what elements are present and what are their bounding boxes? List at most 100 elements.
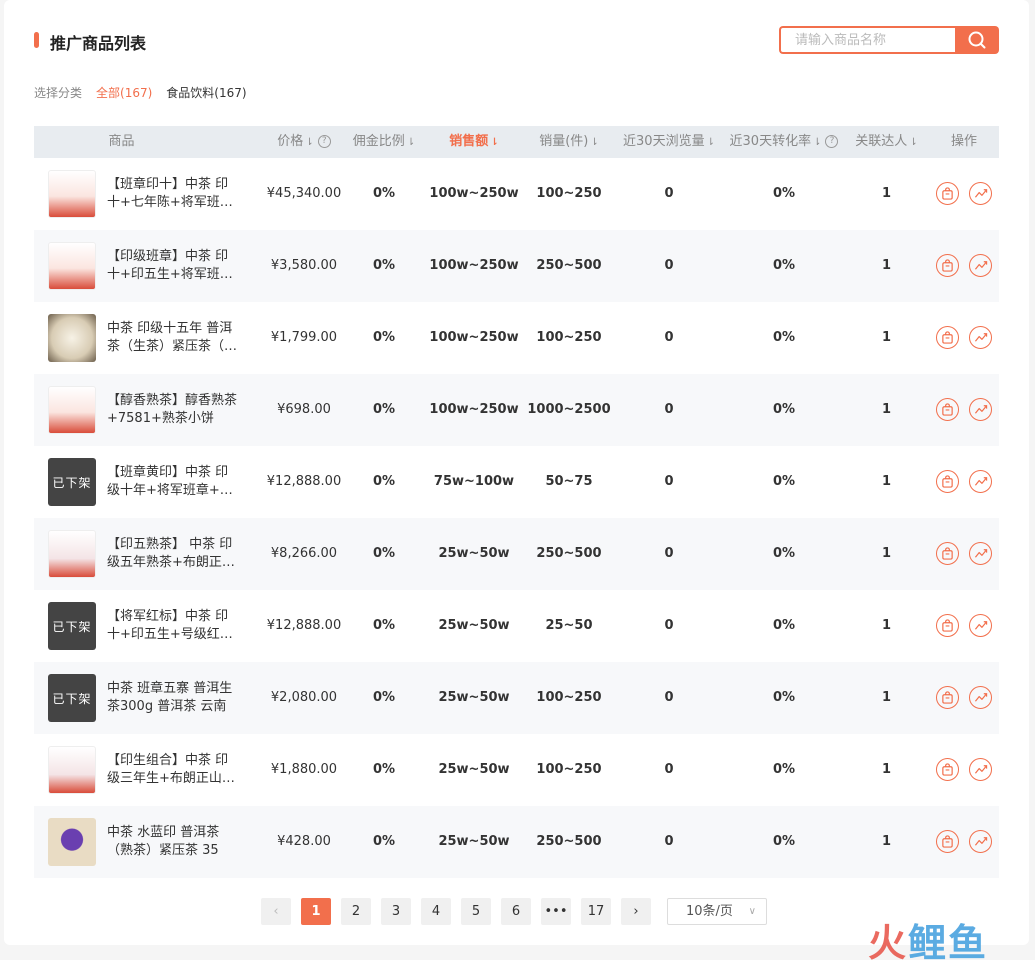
trend-chart-icon bbox=[974, 333, 987, 342]
trend-chart-icon bbox=[974, 261, 987, 270]
view-trend-button[interactable] bbox=[969, 326, 992, 349]
sales-cell: 25w~50w bbox=[438, 762, 510, 777]
commission-cell: 0% bbox=[372, 258, 396, 273]
col-header-commission[interactable]: 佣金比例 ⇂ bbox=[339, 126, 429, 158]
col-header-views[interactable]: 近30天浏览量 ⇂ bbox=[619, 126, 719, 158]
promote-product-button[interactable] bbox=[936, 614, 959, 637]
views-cell: 0 bbox=[664, 474, 674, 489]
product-thumbnail[interactable] bbox=[48, 314, 96, 362]
promote-product-button[interactable] bbox=[936, 326, 959, 349]
col-header-conversion[interactable]: 近30天转化率 ⇂? bbox=[724, 126, 844, 158]
view-trend-button[interactable] bbox=[969, 254, 992, 277]
product-thumbnail[interactable]: 已下架 bbox=[48, 458, 96, 506]
page-button[interactable]: 17 bbox=[581, 898, 611, 925]
promote-product-button[interactable] bbox=[936, 758, 959, 781]
view-trend-button[interactable] bbox=[969, 686, 992, 709]
product-thumbnail[interactable] bbox=[48, 242, 96, 290]
product-thumbnail[interactable]: 已下架 bbox=[48, 602, 96, 650]
product-name[interactable]: 【将军红标】中茶 印十+印五生+号级红… bbox=[107, 608, 239, 644]
table-row: 【印级班章】中茶 印十+印五生+将军班… ¥3,580.00 0% 100w~250w… bbox=[34, 230, 999, 302]
product-name[interactable]: 【印五熟茶】 中茶 印级五年熟茶+布朗正… bbox=[107, 536, 239, 572]
help-icon[interactable]: ? bbox=[317, 135, 331, 148]
influencers-cell: 1 bbox=[881, 330, 892, 345]
sales-cell: 25w~50w bbox=[438, 546, 510, 561]
promote-product-button[interactable] bbox=[936, 542, 959, 565]
page-button[interactable]: 4 bbox=[421, 898, 451, 925]
promote-product-button[interactable] bbox=[936, 686, 959, 709]
table-row: 已下架中茶 班章五寨 普洱生茶300g 普洱茶 云南 …¥2,080.000%2… bbox=[34, 662, 999, 734]
promote-product-button[interactable] bbox=[936, 182, 959, 205]
view-trend-button[interactable] bbox=[969, 470, 992, 493]
conversion-cell: 0% bbox=[772, 330, 796, 345]
volume-cell: 100~250 bbox=[536, 690, 602, 705]
product-name[interactable]: 中茶 印级十五年 普洱茶（生茶）紧压茶（… bbox=[107, 320, 239, 356]
search-input[interactable] bbox=[779, 26, 957, 54]
influencers-cell: 1 bbox=[881, 618, 892, 633]
product-name[interactable]: 【班章印十】中茶 印十+七年陈+将军班… bbox=[107, 176, 239, 212]
table-row: 已下架 【班章黄印】中茶 印级十年+将军班章+… ¥12,888.00 0% 75w~1… bbox=[34, 446, 999, 518]
promote-product-button[interactable] bbox=[936, 470, 959, 493]
page-ellipsis[interactable]: ••• bbox=[541, 898, 571, 925]
volume-cell: 50~75 bbox=[545, 474, 593, 489]
view-trend-button[interactable] bbox=[969, 398, 992, 421]
view-trend-button[interactable] bbox=[969, 830, 992, 853]
promote-product-button[interactable] bbox=[936, 830, 959, 853]
page-button[interactable]: 6 bbox=[501, 898, 531, 925]
volume-cell: 250~500 bbox=[536, 834, 602, 849]
category-option-all[interactable]: 全部(167) bbox=[96, 84, 152, 101]
help-icon[interactable]: ? bbox=[825, 135, 839, 148]
view-trend-button[interactable] bbox=[969, 614, 992, 637]
category-option-food[interactable]: 食品饮料(167) bbox=[166, 84, 246, 101]
sales-cell: 25w~50w bbox=[438, 834, 510, 849]
next-page-button[interactable]: › bbox=[621, 898, 651, 925]
influencers-cell: 1 bbox=[881, 762, 892, 777]
page-button[interactable]: 2 bbox=[341, 898, 371, 925]
product-thumbnail[interactable] bbox=[48, 530, 96, 578]
product-name[interactable]: 中茶 班章五寨 普洱生茶300g 普洱茶 云南 … bbox=[107, 680, 239, 716]
table-row: 已下架 【将军红标】中茶 印十+印五生+号级红… ¥12,888.00 0% 25w~5… bbox=[34, 590, 999, 662]
page-button[interactable]: 1 bbox=[301, 898, 331, 925]
shopping-bag-icon bbox=[942, 475, 953, 488]
page-title: 推广商品列表 bbox=[50, 34, 147, 53]
col-header-influencers[interactable]: 关联达人 ⇂ bbox=[849, 126, 924, 158]
product-name[interactable]: 【印级班章】中茶 印十+印五生+将军班… bbox=[107, 248, 239, 284]
product-name[interactable]: 中茶 水蓝印 普洱茶（熟茶）紧压茶 357… bbox=[107, 824, 239, 860]
commission-cell: 0% bbox=[372, 690, 396, 705]
promote-product-button[interactable] bbox=[936, 398, 959, 421]
view-trend-button[interactable] bbox=[969, 542, 992, 565]
page-button[interactable]: 3 bbox=[381, 898, 411, 925]
col-header-sales[interactable]: 销售额 ⇂ bbox=[429, 126, 519, 158]
view-trend-button[interactable] bbox=[969, 758, 992, 781]
search-button[interactable] bbox=[955, 26, 999, 54]
product-thumbnail[interactable] bbox=[48, 170, 96, 218]
shopping-bag-icon bbox=[942, 547, 953, 560]
commission-cell: 0% bbox=[372, 546, 396, 561]
shopping-bag-icon bbox=[942, 835, 953, 848]
product-name[interactable]: 【班章黄印】中茶 印级十年+将军班章+… bbox=[107, 464, 239, 500]
view-trend-button[interactable] bbox=[969, 182, 992, 205]
row-actions bbox=[936, 614, 992, 637]
conversion-cell: 0% bbox=[772, 618, 796, 633]
trend-chart-icon bbox=[974, 189, 987, 198]
table-row: 【醇香熟茶】醇香熟茶+7581+熟茶小饼 合…¥698.000%100w~250… bbox=[34, 374, 999, 446]
page-button[interactable]: 5 bbox=[461, 898, 491, 925]
promote-product-button[interactable] bbox=[936, 254, 959, 277]
product-name[interactable]: 【印生组合】中茶 印级三年生+布朗正山… bbox=[107, 752, 239, 788]
sales-cell: 100w~250w bbox=[429, 186, 519, 201]
product-name[interactable]: 【醇香熟茶】醇香熟茶+7581+熟茶小饼 合… bbox=[107, 392, 239, 428]
col-header-volume[interactable]: 销量(件) ⇂ bbox=[524, 126, 614, 158]
table-header: 商品 价格 ⇂? 佣金比例 ⇂ 销售额 ⇂ 销量(件) ⇂ 近30天浏览量 ⇂ 近30天转… bbox=[34, 126, 999, 158]
product-thumbnail[interactable]: 已下架 bbox=[48, 674, 96, 722]
product-thumbnail[interactable] bbox=[48, 746, 96, 794]
volume-cell: 1000~2500 bbox=[527, 402, 611, 417]
views-cell: 0 bbox=[664, 618, 674, 633]
views-cell: 0 bbox=[664, 546, 674, 561]
shopping-bag-icon bbox=[942, 691, 953, 704]
prev-page-button[interactable]: ‹ bbox=[261, 898, 291, 925]
commission-cell: 0% bbox=[372, 186, 396, 201]
sales-cell: 100w~250w bbox=[429, 402, 519, 417]
row-actions bbox=[936, 254, 992, 277]
page-size-select[interactable]: 10条/页 ∨ bbox=[667, 898, 767, 925]
product-thumbnail[interactable] bbox=[48, 386, 96, 434]
product-thumbnail[interactable] bbox=[48, 818, 96, 866]
